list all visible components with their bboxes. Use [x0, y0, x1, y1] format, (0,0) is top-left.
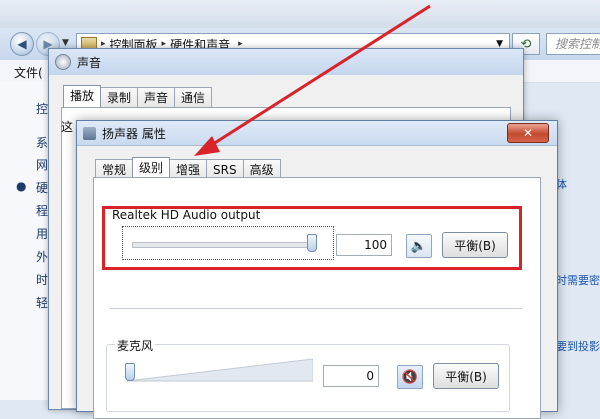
- sound-icon: [55, 54, 71, 70]
- microphone-volume-slider-thumb[interactable]: [125, 363, 135, 381]
- levels-tab-panel: Realtek HD Audio output 100 🔈 平衡(B) 麦克风 …: [93, 177, 541, 419]
- speaker-dialog-title: 扬声器 属性: [102, 126, 166, 141]
- right-pane-link[interactable]: 时需要密: [556, 272, 600, 288]
- left-pane-item[interactable]: 系: [36, 134, 48, 151]
- left-pane-item[interactable]: 程: [36, 202, 48, 219]
- menu-file[interactable]: 文件(: [14, 64, 43, 81]
- speaker-icon: [83, 126, 96, 140]
- dropdown-icon[interactable]: ▼: [62, 38, 69, 48]
- tab-sounds[interactable]: 声音: [137, 87, 176, 108]
- right-pane-link[interactable]: 要到投影: [556, 338, 600, 354]
- tab-recording[interactable]: 录制: [100, 87, 139, 108]
- microphone-balance-button[interactable]: 平衡(B): [433, 363, 499, 389]
- sound-dialog-title: 声音: [77, 55, 102, 70]
- output-balance-button[interactable]: 平衡(B): [442, 232, 508, 258]
- left-pane-item[interactable]: 网: [36, 156, 48, 173]
- microphone-volume-value[interactable]: 0: [323, 365, 379, 387]
- left-pane-item[interactable]: 用: [36, 225, 48, 242]
- microphone-volume-wedge: [127, 358, 313, 382]
- divider: [110, 308, 522, 309]
- speaker-properties-dialog: 扬声器 属性 ✕ 常规 级别 增强 SRS 高级 Realtek HD Audi…: [76, 120, 558, 419]
- speaker-icon[interactable]: 🔈: [406, 234, 432, 258]
- close-icon[interactable]: ✕: [507, 123, 549, 143]
- microphone-label: 麦克风: [115, 337, 156, 354]
- left-pane-item[interactable]: 外: [36, 248, 48, 265]
- background-window-strip: [0, 0, 600, 28]
- speaker-muted-icon[interactable]: 🔇: [397, 365, 423, 389]
- sound-dialog-titlebar: 声音: [49, 49, 523, 75]
- output-level-group: Realtek HD Audio output 100 🔈 平衡(B): [104, 208, 524, 264]
- bullet-icon: ●: [16, 179, 27, 193]
- left-pane-item[interactable]: 轻: [36, 294, 48, 311]
- speaker-dialog-titlebar: 扬声器 属性 ✕: [77, 121, 557, 146]
- back-icon[interactable]: ◀: [10, 32, 34, 56]
- output-volume-slider-track[interactable]: [132, 242, 314, 248]
- output-volume-value[interactable]: 100: [336, 234, 392, 256]
- microphone-level-group: 麦克风 0 🔇 平衡(B): [106, 337, 510, 412]
- tab-communications[interactable]: 通信: [174, 87, 213, 108]
- output-volume-slider-thumb[interactable]: [307, 234, 317, 252]
- tab-playback[interactable]: 播放: [63, 85, 102, 109]
- search-input[interactable]: 搜索控制面: [546, 33, 600, 55]
- panel-text: 这: [61, 120, 74, 134]
- left-pane-item[interactable]: 控: [36, 100, 48, 117]
- left-pane-item[interactable]: 时: [36, 271, 48, 288]
- output-device-label: Realtek HD Audio output: [112, 208, 261, 222]
- left-pane-item[interactable]: 硬: [36, 179, 48, 196]
